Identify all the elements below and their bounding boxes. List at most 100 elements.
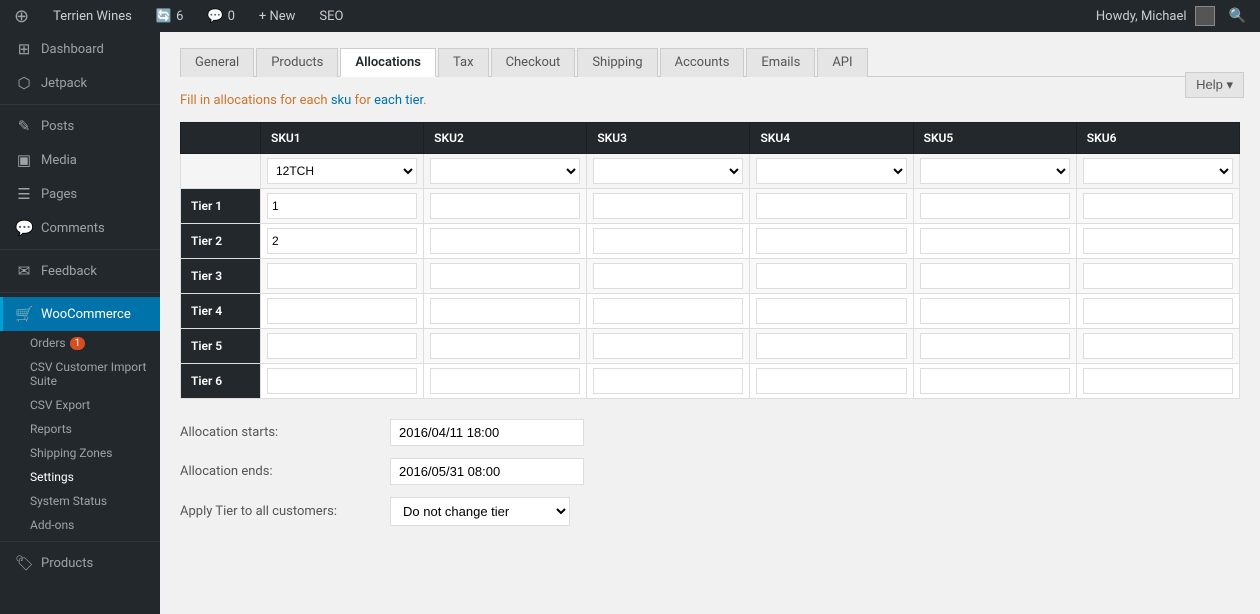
tier6-sku1-input[interactable]: [267, 368, 417, 394]
tab-checkout[interactable]: Checkout: [491, 48, 576, 77]
tab-tax[interactable]: Tax: [438, 48, 489, 77]
divider-3: [0, 292, 160, 293]
avatar[interactable]: [1195, 6, 1215, 26]
sidebar-subitem-reports[interactable]: Reports: [0, 417, 160, 441]
apply-tier-select[interactable]: Do not change tier Tier 1 Tier 2 Tier 3 …: [390, 497, 570, 526]
tier5-sku1-input[interactable]: [267, 333, 417, 359]
tier1-sku5: [913, 189, 1076, 224]
sku3-dropdown[interactable]: 12TCH 6BTL: [593, 158, 743, 184]
feedback-icon: ✉: [15, 262, 33, 280]
tab-accounts[interactable]: Accounts: [660, 48, 745, 77]
tier5-sku2-input[interactable]: [430, 333, 580, 359]
new-content-button[interactable]: + New: [253, 0, 302, 32]
tier5-sku6-input[interactable]: [1083, 333, 1233, 359]
tier1-sku4-input[interactable]: [756, 193, 906, 219]
comments-icon: 💬: [207, 9, 223, 24]
tab-emails[interactable]: Emails: [746, 48, 815, 77]
tier3-sku5-input[interactable]: [920, 263, 1070, 289]
sku4-dropdown[interactable]: 12TCH 6BTL: [756, 158, 906, 184]
sidebar-subitem-settings[interactable]: Settings: [0, 465, 160, 489]
tier5-label: Tier 5: [181, 329, 261, 364]
sidebar-item-dashboard[interactable]: ⊞ Dashboard: [0, 32, 160, 66]
tier6-sku6-input[interactable]: [1083, 368, 1233, 394]
sidebar-label-jetpack: Jetpack: [41, 76, 87, 91]
tier6-sku5-input[interactable]: [920, 368, 1070, 394]
updates-icon: 🔄: [156, 9, 172, 24]
tier1-sku1-input[interactable]: [267, 193, 417, 219]
tier4-sku2-input[interactable]: [430, 298, 580, 324]
sidebar-subitem-orders[interactable]: Orders 1: [0, 331, 160, 355]
table-row: Tier 6: [181, 364, 1240, 399]
tier3-sku4-input[interactable]: [756, 263, 906, 289]
search-icon[interactable]: 🔍: [1223, 8, 1252, 24]
sku5-dropdown[interactable]: 12TCH 6BTL: [920, 158, 1070, 184]
sku-dropdown-row: 12TCH 6BTL 3BTL 12TCH 6BTL: [181, 154, 1240, 189]
tier3-sku2-input[interactable]: [430, 263, 580, 289]
tier2-sku6-input[interactable]: [1083, 228, 1233, 254]
tier2-sku3-input[interactable]: [593, 228, 743, 254]
wp-logo[interactable]: ⊕: [8, 0, 35, 32]
sidebar-subitem-csv-export[interactable]: CSV Export: [0, 393, 160, 417]
tier-link[interactable]: each tier: [374, 93, 423, 108]
site-name[interactable]: Terrien Wines: [47, 0, 138, 32]
sku1-dropdown-cell: 12TCH 6BTL 3BTL: [261, 154, 424, 189]
tier6-sku2-input[interactable]: [430, 368, 580, 394]
sku-link[interactable]: sku: [331, 93, 351, 108]
tier2-sku1-input[interactable]: [267, 228, 417, 254]
tier4-sku5-input[interactable]: [920, 298, 1070, 324]
tier6-sku3-input[interactable]: [593, 368, 743, 394]
sidebar-item-media[interactable]: ▣ Media: [0, 143, 160, 177]
tier2-sku3: [587, 224, 750, 259]
table-row: Tier 1: [181, 189, 1240, 224]
sidebar-item-products[interactable]: 🏷 Products: [0, 546, 160, 580]
sidebar-item-woocommerce[interactable]: 🛒 WooCommerce: [0, 297, 160, 331]
sidebar-item-comments[interactable]: 💬 Comments: [0, 211, 160, 245]
sidebar-subitem-system-status[interactable]: System Status: [0, 489, 160, 513]
allocation-table: SKU1 SKU2 SKU3 SKU4 SKU5 SKU6 12TCH 6BTL: [180, 122, 1240, 399]
sidebar-item-jetpack[interactable]: ⬡ Jetpack: [0, 66, 160, 100]
tier3-sku1-input[interactable]: [267, 263, 417, 289]
tier4-sku1-input[interactable]: [267, 298, 417, 324]
comments-button[interactable]: 💬 0: [201, 0, 241, 32]
tab-api[interactable]: API: [817, 48, 867, 77]
sidebar-item-posts[interactable]: ✎ Posts: [0, 109, 160, 143]
sidebar-subitem-shipping-zones[interactable]: Shipping Zones: [0, 441, 160, 465]
tier1-sku6-input[interactable]: [1083, 193, 1233, 219]
tier2-sku5-input[interactable]: [920, 228, 1070, 254]
tier2-sku4-input[interactable]: [756, 228, 906, 254]
col-header-sku1: SKU1: [261, 123, 424, 154]
tier3-sku3-input[interactable]: [593, 263, 743, 289]
tier2-sku2-input[interactable]: [430, 228, 580, 254]
tier4-sku6-input[interactable]: [1083, 298, 1233, 324]
sku1-dropdown[interactable]: 12TCH 6BTL 3BTL: [267, 158, 417, 184]
howdy-label: Howdy, Michael: [1096, 9, 1187, 24]
tier3-sku2: [424, 259, 587, 294]
tab-products[interactable]: Products: [256, 48, 338, 77]
tier4-sku4-input[interactable]: [756, 298, 906, 324]
alloc-starts-input[interactable]: [390, 419, 584, 446]
sidebar-item-pages[interactable]: ☰ Pages: [0, 177, 160, 211]
tier5-sku4-input[interactable]: [756, 333, 906, 359]
tab-allocations[interactable]: Allocations: [340, 48, 436, 77]
alloc-ends-input[interactable]: [390, 458, 584, 485]
sku6-dropdown[interactable]: 12TCH 6BTL: [1083, 158, 1233, 184]
help-button[interactable]: Help ▾: [1185, 72, 1244, 98]
tier2-sku5: [913, 224, 1076, 259]
seo-button[interactable]: SEO: [313, 0, 349, 32]
sidebar-subitem-add-ons[interactable]: Add-ons: [0, 513, 160, 537]
tier5-sku5-input[interactable]: [920, 333, 1070, 359]
updates-button[interactable]: 🔄 6: [150, 0, 190, 32]
tab-shipping[interactable]: Shipping: [577, 48, 657, 77]
tier4-sku3-input[interactable]: [593, 298, 743, 324]
tab-general[interactable]: General: [180, 48, 254, 77]
tier1-sku5-input[interactable]: [920, 193, 1070, 219]
sidebar-item-feedback[interactable]: ✉ Feedback: [0, 254, 160, 288]
sidebar-subitem-csv-import[interactable]: CSV Customer Import Suite: [0, 355, 160, 393]
tier6-sku4-input[interactable]: [756, 368, 906, 394]
tier5-sku3-input[interactable]: [593, 333, 743, 359]
sku2-dropdown[interactable]: 12TCH 6BTL: [430, 158, 580, 184]
tier1-sku3-input[interactable]: [593, 193, 743, 219]
tier1-sku2-input[interactable]: [430, 193, 580, 219]
allocation-starts-row: Allocation starts:: [180, 419, 1240, 446]
tier3-sku6-input[interactable]: [1083, 263, 1233, 289]
